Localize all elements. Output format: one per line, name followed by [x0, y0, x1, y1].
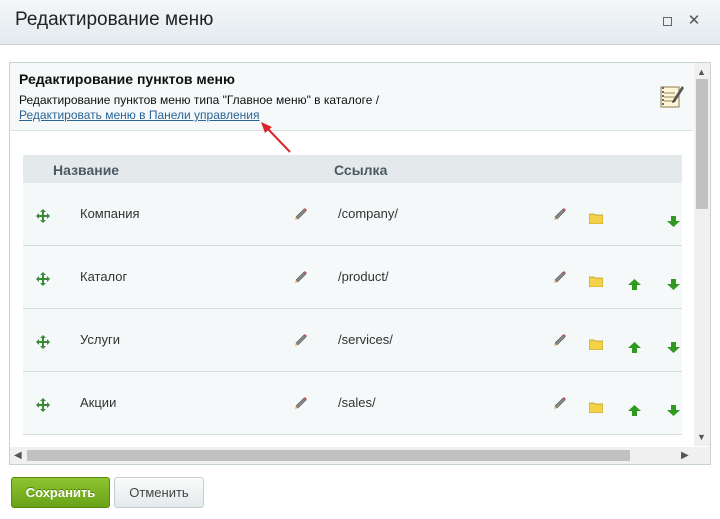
move-up-arrow-icon[interactable]	[628, 277, 641, 290]
table-row: Акции/sales/	[23, 372, 682, 435]
column-header-link: Ссылка	[334, 162, 388, 178]
move-down-arrow-icon[interactable]	[667, 403, 680, 416]
vertical-scrollbar[interactable]: ▲ ▼	[694, 63, 710, 446]
table-header: Название Ссылка	[23, 155, 682, 183]
menu-item-name: Каталог	[80, 269, 128, 284]
menu-item-link: /services/	[338, 332, 393, 347]
horizontal-scroll-thumb[interactable]	[27, 450, 630, 461]
table-row: Услуги/services/	[23, 309, 682, 372]
folder-icon[interactable]	[588, 274, 604, 288]
notebook-edit-icon	[660, 86, 684, 108]
edit-name-pencil-icon[interactable]	[294, 207, 308, 221]
scroll-right-arrow-icon[interactable]: ▶	[681, 450, 689, 461]
move-down-arrow-icon[interactable]	[667, 214, 680, 227]
folder-icon[interactable]	[588, 337, 604, 351]
menu-item-link: /product/	[338, 269, 389, 284]
move-up-arrow-icon[interactable]	[628, 340, 641, 353]
maximize-icon[interactable]	[660, 14, 674, 28]
edit-name-pencil-icon[interactable]	[294, 270, 308, 284]
edit-name-pencil-icon[interactable]	[294, 333, 308, 347]
drag-move-icon[interactable]	[36, 335, 50, 349]
annotation-arrow	[261, 122, 291, 153]
drag-move-icon[interactable]	[36, 398, 50, 412]
folder-icon[interactable]	[588, 400, 604, 414]
table-row: Каталог/product/	[23, 246, 682, 309]
move-down-arrow-icon[interactable]	[667, 340, 680, 353]
menu-item-link: /company/	[338, 206, 398, 221]
horizontal-scrollbar[interactable]: ◀ ▶	[10, 447, 710, 464]
scroll-left-arrow-icon[interactable]: ◀	[14, 450, 22, 461]
move-up-arrow-icon[interactable]	[628, 403, 641, 416]
folder-icon[interactable]	[588, 211, 604, 225]
dialog-title: Редактирование меню	[15, 9, 214, 30]
scroll-up-arrow-icon[interactable]: ▲	[697, 67, 706, 77]
menu-item-name: Акции	[80, 395, 117, 410]
edit-link-pencil-icon[interactable]	[553, 270, 567, 284]
menu-item-link: /sales/	[338, 395, 376, 410]
vertical-scroll-thumb[interactable]	[696, 79, 708, 209]
save-button[interactable]: Сохранить	[11, 477, 110, 508]
menu-item-name: Компания	[80, 206, 140, 221]
dialog-content: Редактирование пунктов меню Редактирован…	[9, 62, 711, 465]
edit-link-pencil-icon[interactable]	[553, 333, 567, 347]
close-icon[interactable]: ✕	[687, 13, 701, 28]
edit-name-pencil-icon[interactable]	[294, 396, 308, 410]
drag-move-icon[interactable]	[36, 272, 50, 286]
menu-item-name: Услуги	[80, 332, 120, 347]
header-description: Редактирование пунктов меню типа "Главно…	[19, 93, 380, 107]
edit-link-pencil-icon[interactable]	[553, 207, 567, 221]
scroll-down-arrow-icon[interactable]: ▼	[697, 432, 706, 442]
header-title: Редактирование пунктов меню	[19, 71, 235, 87]
edit-link-pencil-icon[interactable]	[553, 396, 567, 410]
dialog-titlebar: Редактирование меню ✕	[0, 0, 720, 45]
table-row: Компания/company/	[23, 183, 682, 246]
cancel-button[interactable]: Отменить	[114, 477, 204, 508]
menu-edit-header: Редактирование пунктов меню Редактирован…	[10, 63, 693, 131]
drag-move-icon[interactable]	[36, 209, 50, 223]
move-down-arrow-icon[interactable]	[667, 277, 680, 290]
column-header-name: Название	[53, 162, 120, 178]
panel-edit-link[interactable]: Редактировать меню в Панели управления	[19, 108, 260, 122]
